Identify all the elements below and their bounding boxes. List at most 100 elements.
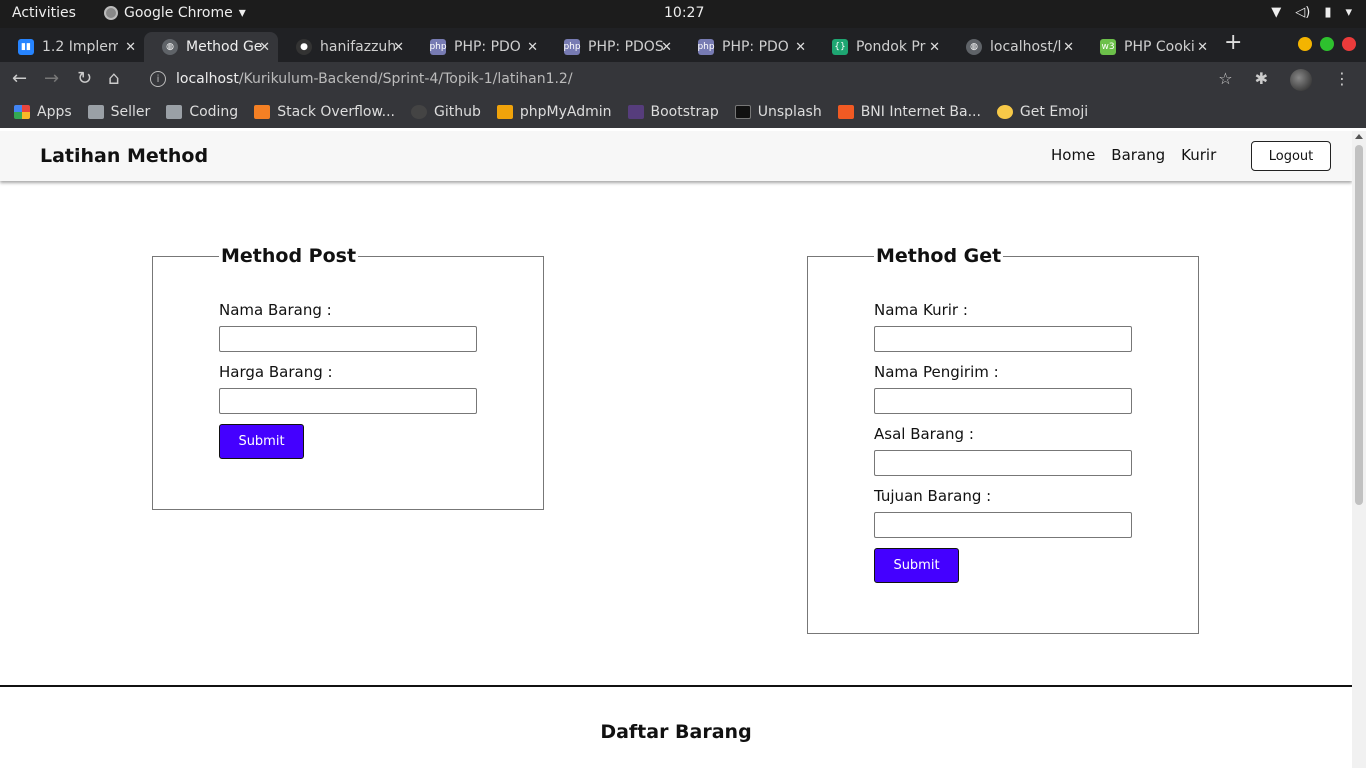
browser-tab[interactable]: php PHP: PDO ✕ — [412, 32, 546, 62]
system-tray[interactable]: ▼ ◁) ▮ ▾ — [1271, 5, 1352, 20]
section-divider — [0, 685, 1352, 687]
browser-tab[interactable]: ◍ localhost/l ✕ — [948, 32, 1082, 62]
chevron-down-icon: ▾ — [1345, 5, 1352, 20]
chevron-down-icon: ▾ — [238, 5, 246, 21]
bookmark-label: Seller — [110, 104, 151, 120]
maximize-button[interactable] — [1320, 37, 1334, 51]
info-icon[interactable]: i — [150, 71, 166, 87]
browser-tab-active[interactable]: ◍ Method Ge ✕ — [144, 32, 278, 62]
bookmark-label: Unsplash — [757, 104, 822, 120]
apps-grid-icon — [14, 105, 30, 119]
profile-avatar[interactable] — [1290, 69, 1312, 91]
bookmark-apps[interactable]: Apps — [14, 104, 72, 120]
url-path: /Kurikulum-Backend/Sprint-4/Topik-1/lati… — [238, 71, 573, 87]
browser-tab[interactable]: ▮▮ 1.2 Implem ✕ — [0, 32, 144, 62]
app-menu[interactable]: Google Chrome ▾ — [104, 5, 246, 21]
browser-tab[interactable]: w3 PHP Cooki ✕ — [1082, 32, 1216, 62]
trello-icon: ▮▮ — [18, 39, 34, 55]
php-icon: php — [697, 39, 715, 55]
code-icon: {} — [832, 39, 848, 55]
back-arrow-icon[interactable]: ← — [12, 68, 27, 89]
site-navbar: Latihan Method Home Barang Kurir Logout — [0, 131, 1352, 181]
bookmark-get-emoji[interactable]: Get Emoji — [996, 104, 1088, 120]
close-icon[interactable]: ✕ — [125, 40, 136, 55]
close-window-button[interactable] — [1342, 37, 1356, 51]
bookmark-bni[interactable]: BNI Internet Ba... — [837, 104, 981, 120]
os-top-bar: Activities Google Chrome ▾ 10:27 ▼ ◁) ▮ … — [0, 0, 1366, 28]
more-menu-icon[interactable]: ⋮ — [1334, 69, 1350, 91]
bookmark-label: Coding — [189, 104, 239, 120]
close-icon[interactable]: ✕ — [1063, 40, 1074, 55]
bookmark-label: Github — [434, 104, 481, 120]
bookmarks-bar: Apps Seller Coding Stack Overflow... Git… — [0, 96, 1366, 128]
site-brand[interactable]: Latihan Method — [40, 145, 208, 167]
field-label: Nama Pengirim : — [874, 363, 999, 381]
field-label: Nama Barang : — [219, 301, 332, 319]
method-post-form: Method Post — [152, 245, 544, 510]
bookmark-github[interactable]: Github — [411, 104, 481, 120]
tab-title: PHP: PDO — [722, 39, 789, 55]
nav-links: Home Barang Kurir — [1051, 146, 1216, 164]
get-submit-button[interactable]: Submit — [874, 548, 959, 583]
minimize-button[interactable] — [1298, 37, 1312, 51]
home-icon[interactable]: ⌂ — [108, 68, 119, 89]
close-icon[interactable]: ✕ — [393, 40, 404, 55]
harga-barang-input[interactable] — [219, 388, 477, 414]
nama-kurir-input[interactable] — [874, 326, 1132, 352]
stackoverflow-icon — [254, 105, 271, 119]
browser-tab[interactable]: php PHP: PDOS ✕ — [546, 32, 680, 62]
bookmark-label: phpMyAdmin — [519, 104, 612, 120]
bootstrap-icon — [627, 105, 644, 119]
reload-icon[interactable]: ↻ — [77, 68, 92, 89]
tab-title: Method Ge — [186, 39, 262, 55]
nama-pengirim-input[interactable] — [874, 388, 1132, 414]
close-icon[interactable]: ✕ — [1197, 40, 1208, 55]
clock[interactable]: 10:27 — [664, 5, 704, 21]
browser-tab[interactable]: ● hanifazzuh ✕ — [278, 32, 412, 62]
bookmark-unsplash[interactable]: Unsplash — [734, 104, 822, 120]
close-icon[interactable]: ✕ — [259, 40, 270, 55]
github-icon: ● — [296, 39, 312, 55]
bookmark-stackoverflow[interactable]: Stack Overflow... — [254, 104, 395, 120]
page-scrollbar[interactable] — [1352, 131, 1366, 768]
close-icon[interactable]: ✕ — [929, 40, 940, 55]
form-legend: Method Get — [876, 245, 1002, 267]
bni-icon — [837, 105, 854, 119]
tujuan-barang-input[interactable] — [874, 512, 1132, 538]
close-icon[interactable]: ✕ — [527, 40, 538, 55]
field-label: Asal Barang : — [874, 425, 974, 443]
nama-barang-input[interactable] — [219, 326, 477, 352]
globe-icon: ◍ — [966, 39, 982, 55]
browser-tab[interactable]: php PHP: PDO ✕ — [680, 32, 814, 62]
post-submit-button[interactable]: Submit — [219, 424, 304, 459]
bookmark-star-icon[interactable]: ☆ — [1218, 69, 1232, 91]
battery-icon: ▮ — [1324, 5, 1332, 20]
bookmark-coding[interactable]: Coding — [166, 104, 238, 120]
bookmark-seller[interactable]: Seller — [87, 104, 151, 120]
close-icon[interactable]: ✕ — [661, 40, 672, 55]
address-bar[interactable]: i localhost /Kurikulum-Backend/Sprint-4/… — [140, 65, 1260, 93]
nav-link-home[interactable]: Home — [1051, 146, 1095, 164]
asal-barang-input[interactable] — [874, 450, 1132, 476]
bookmark-label: Bootstrap — [650, 104, 719, 120]
bookmark-label: Apps — [37, 104, 72, 120]
volume-icon: ◁) — [1295, 5, 1311, 20]
extensions-icon[interactable]: ✱ — [1255, 69, 1268, 91]
forward-arrow-icon[interactable]: → — [44, 68, 59, 89]
activities-button[interactable]: Activities — [12, 5, 76, 21]
url-host: localhost — [176, 71, 239, 87]
scroll-thumb[interactable] — [1355, 145, 1363, 505]
nav-link-barang[interactable]: Barang — [1111, 146, 1165, 164]
logout-button[interactable]: Logout — [1251, 141, 1331, 171]
bookmark-phpmyadmin[interactable]: phpMyAdmin — [496, 104, 612, 120]
folder-icon — [166, 105, 183, 119]
tab-title: PHP: PDO — [454, 39, 521, 55]
scroll-up-icon[interactable] — [1355, 134, 1363, 139]
close-icon[interactable]: ✕ — [795, 40, 806, 55]
new-tab-button[interactable]: + — [1224, 30, 1242, 55]
tab-title: 1.2 Implem — [42, 39, 118, 55]
section-title: Daftar Barang — [600, 721, 752, 743]
nav-link-kurir[interactable]: Kurir — [1181, 146, 1216, 164]
browser-tab[interactable]: {} Pondok Pr ✕ — [814, 32, 948, 62]
bookmark-bootstrap[interactable]: Bootstrap — [627, 104, 719, 120]
